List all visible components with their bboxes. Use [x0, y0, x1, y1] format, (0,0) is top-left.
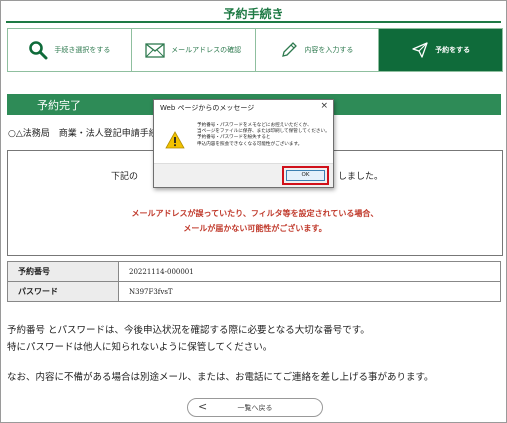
note-line: 特にパスワードは他人に知られないように保管してください。 — [7, 342, 273, 353]
warning-line: メールアドレスが誤っていたり、フィルタ等を設定されている場合、 — [131, 209, 379, 218]
note-line: なお、内容に不備がある場合は別途メール、または、お電話にてご連絡を差し上げる事が… — [7, 372, 434, 383]
dialog-body: 予約番号・パスワードをメモなどにお控えいただくか、 当ページをファイルに保存、ま… — [154, 116, 333, 164]
table-row: 予約番号 20221114-000001 — [7, 261, 501, 282]
page-title: 予約手続き — [223, 7, 284, 21]
dialog-footer: OK — [154, 163, 333, 187]
search-icon — [28, 40, 48, 60]
step-select-procedure: 手続き選択をする — [8, 29, 132, 71]
password-value: N397F3fvsT — [118, 281, 501, 302]
reservation-info-table: 予約番号 20221114-000001 パスワード N397F3fvsT — [7, 261, 501, 302]
dialog-line: 申込内容を照会できなくなる可能性がございます。 — [197, 141, 303, 147]
table-row: パスワード N397F3fvsT — [7, 281, 501, 302]
pencil-icon — [280, 41, 298, 59]
step-confirm-email: メールアドレスの確認 — [132, 29, 256, 71]
ok-button[interactable]: OK — [286, 170, 325, 181]
reservation-number-value: 20221114-000001 — [118, 261, 501, 282]
title-divider — [6, 21, 501, 23]
section-title: 予約完了 — [37, 99, 81, 112]
back-button-label: 一覧へ戻る — [237, 404, 273, 412]
step-label: 手続き選択をする — [54, 46, 111, 54]
ok-button-highlight: OK — [282, 166, 329, 185]
warning-icon — [165, 131, 185, 153]
send-icon — [411, 41, 429, 59]
reservation-number-label: 予約番号 — [7, 261, 119, 282]
dialog-title: Web ページからのメッセージ — [160, 104, 255, 112]
step-make-reservation: 予約をする — [379, 29, 502, 71]
procedure-name: ○△法務局 商業・法人登記申請手続 — [8, 129, 158, 139]
step-enter-details: 内容を入力する — [256, 29, 380, 71]
step-label: メールアドレスの確認 — [171, 46, 242, 54]
back-to-list-button[interactable]: < 一覧へ戻る — [187, 398, 323, 417]
message-dialog: Web ページからのメッセージ × 予約番号・パスワードをメモなどにお控えいただ… — [153, 99, 334, 188]
close-icon[interactable]: × — [320, 101, 328, 111]
email-warning: メールアドレスが誤っていたり、フィルタ等を設定されている場合、 メールが届かない… — [8, 206, 502, 236]
step-label: 予約をする — [435, 46, 471, 54]
dialog-message: 予約番号・パスワードをメモなどにお控えいただくか、 当ページをファイルに保存、ま… — [197, 123, 330, 148]
envelope-icon — [145, 42, 165, 58]
warning-line: メールが届かない可能性がございます。 — [183, 224, 327, 233]
message-right-fragment: しました。 — [338, 172, 384, 182]
step-indicator: 手続き選択をする メールアドレスの確認 内容を入力する 予約をする — [7, 28, 503, 72]
note-line: 予約番号 とパスワードは、今後申込状況を確認する際に必要となる大切な番号です。 — [7, 325, 370, 336]
step-label: 内容を入力する — [304, 46, 354, 54]
page-frame: 予約手続き 手続き選択をする メールアドレスの確認 内容を入力する 予約をする — [0, 0, 507, 423]
message-left-fragment: 下記の — [111, 172, 139, 182]
password-label: パスワード — [7, 281, 119, 302]
